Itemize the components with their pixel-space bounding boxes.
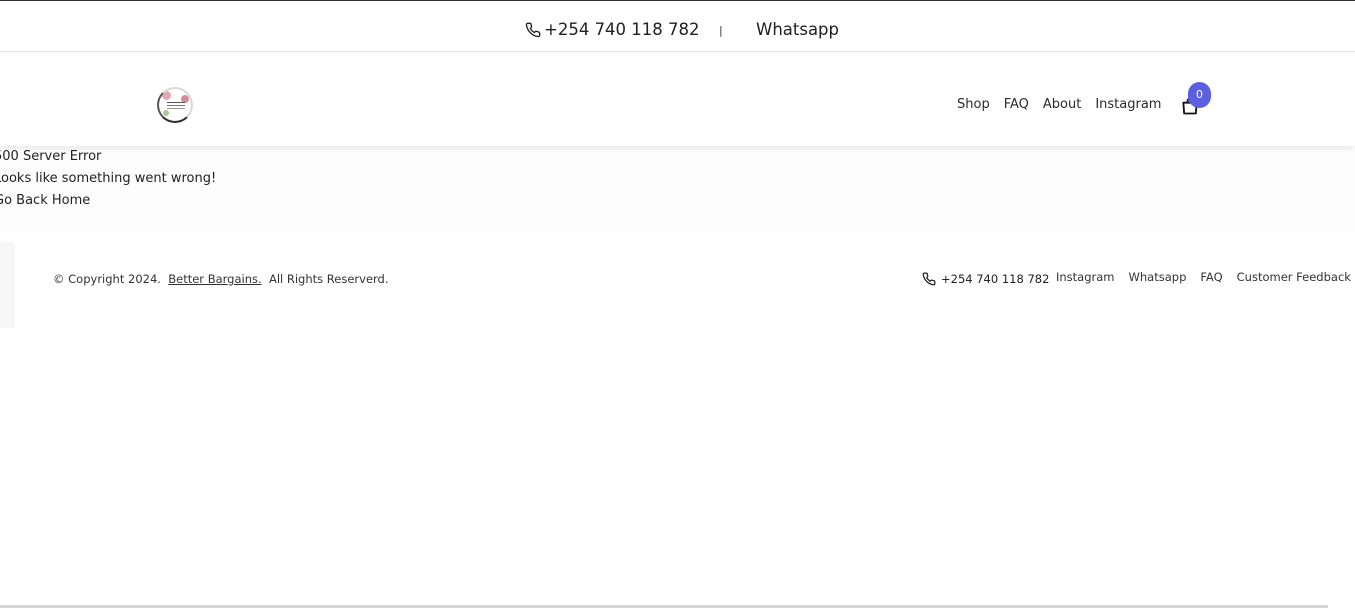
topbar-separator: | <box>719 24 723 37</box>
footer-link-faq[interactable]: FAQ <box>1200 270 1222 284</box>
copyright-text: © Copyright 2024. Better Bargains. All R… <box>53 272 389 286</box>
topbar-phone-link[interactable]: +254 740 118 782 <box>525 20 700 39</box>
copyright-prefix: © Copyright 2024. <box>53 272 161 286</box>
topbar-whatsapp-link[interactable]: Whatsapp <box>756 20 839 39</box>
error-message: Looks like something went wrong! <box>0 171 217 186</box>
topbar-phone-number: +254 740 118 782 <box>544 20 700 39</box>
nav-instagram[interactable]: Instagram <box>1095 97 1161 112</box>
brand-link[interactable]: Better Bargains. <box>168 272 261 286</box>
site-header: Shop FAQ About Instagram <box>0 52 1355 146</box>
footer-link-whatsapp[interactable]: Whatsapp <box>1129 270 1187 284</box>
nav-shop[interactable]: Shop <box>957 97 990 112</box>
store-logo[interactable] <box>157 87 193 123</box>
phone-icon <box>922 272 936 286</box>
phone-icon <box>525 22 541 38</box>
nav-about[interactable]: About <box>1043 97 1081 112</box>
top-contact-bar: +254 740 118 782 | Whatsapp <box>0 0 1355 52</box>
copyright-suffix: All Rights Reserverd. <box>268 272 389 286</box>
nav-faq[interactable]: FAQ <box>1004 97 1029 112</box>
error-title: 500 Server Error <box>0 149 102 164</box>
footer-edge-panel <box>0 242 15 328</box>
footer-phone-link[interactable]: +254 740 118 782 <box>922 272 1049 286</box>
error-section: 500 Server Error Looks like something we… <box>0 146 1355 232</box>
main-nav: Shop FAQ About Instagram <box>957 97 1161 112</box>
cart-count-badge: 0 <box>1188 82 1211 108</box>
footer-links: Instagram Whatsapp FAQ Customer Feedback <box>1056 270 1351 284</box>
footer-phone-number: +254 740 118 782 <box>941 272 1050 286</box>
footer-link-customer-feedback[interactable]: Customer Feedback <box>1237 270 1351 284</box>
footer-link-instagram[interactable]: Instagram <box>1056 270 1115 284</box>
go-back-home-link[interactable]: Go Back Home <box>0 193 90 208</box>
site-footer: © Copyright 2024. Better Bargains. All R… <box>0 232 1355 328</box>
page-bottom-divider <box>0 605 1328 608</box>
